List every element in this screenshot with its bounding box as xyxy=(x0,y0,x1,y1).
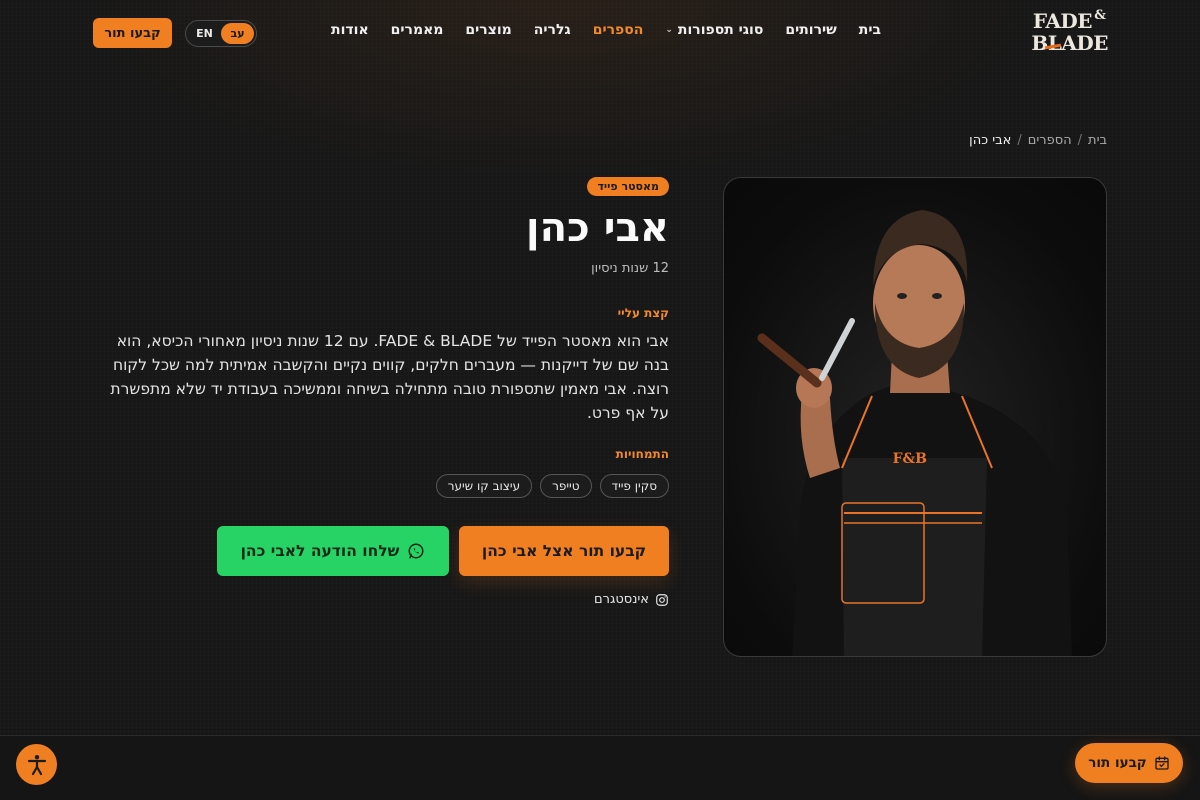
logo-text-blade: BLADE xyxy=(1031,31,1108,55)
book-with-barber-button[interactable]: קבעו תור אצל אבי כהן xyxy=(459,526,669,576)
accessibility-button[interactable] xyxy=(16,744,57,785)
calendar-icon xyxy=(1155,756,1169,770)
bottom-bar xyxy=(0,735,1200,800)
barber-photo: F&B xyxy=(723,177,1107,657)
nav-label: אודות xyxy=(331,22,369,38)
breadcrumb: בית / הספרים / אבי כהן xyxy=(969,133,1107,148)
breadcrumb-current: אבי כהן xyxy=(969,133,1012,148)
brand-logo[interactable]: FADE & BLADE xyxy=(1031,8,1108,59)
breadcrumb-home[interactable]: בית xyxy=(1088,133,1107,148)
instagram-link[interactable]: אינסטגרם xyxy=(594,592,669,607)
nav-item-products[interactable]: מוצרים xyxy=(454,22,522,38)
specialty-tag: סקין פייד xyxy=(599,474,669,498)
chevron-down-icon: ⌄ xyxy=(665,25,673,35)
nav-label: מאמרים xyxy=(390,22,444,38)
nav-item-gallery[interactable]: גלריה xyxy=(523,22,582,38)
floating-book-label: קבעו תור xyxy=(1088,755,1147,771)
specialty-tag: עיצוב קו שיער xyxy=(435,474,533,498)
lang-option-hebrew[interactable]: עב xyxy=(221,23,254,44)
nav-label: בית xyxy=(858,22,881,38)
barber-name: אבי כהן xyxy=(525,205,669,251)
accessibility-icon xyxy=(27,754,46,775)
instagram-label: אינסטגרם xyxy=(594,592,649,607)
breadcrumb-barbers[interactable]: הספרים xyxy=(1028,133,1072,148)
whatsapp-button-label: שלחו הודעה לאבי כהן xyxy=(240,542,400,560)
instagram-icon xyxy=(656,593,668,606)
about-heading: קצת עליי xyxy=(617,306,669,320)
specialty-tags: סקין פייד טייפר עיצוב קו שיער xyxy=(435,474,669,498)
lang-option-english[interactable]: EN xyxy=(188,23,221,44)
barber-portrait-illustration: F&B xyxy=(757,210,1072,656)
nav-label: הספרים xyxy=(592,22,644,38)
floating-book-button[interactable]: קבעו תור xyxy=(1075,743,1183,783)
header-book-button[interactable]: קבעו תור xyxy=(93,18,172,48)
svg-text:F&B: F&B xyxy=(893,451,928,467)
site-header: FADE & BLADE בית שירותים סוגי תספורות ⌄ ה… xyxy=(0,0,1200,66)
nav-item-home[interactable]: בית xyxy=(848,22,892,38)
nav-item-barbers[interactable]: הספרים xyxy=(582,22,655,38)
whatsapp-button[interactable]: שלחו הודעה לאבי כהן xyxy=(217,526,449,576)
nav-label: מוצרים xyxy=(465,22,512,38)
barber-bio: אבי הוא מאסטר הפייד של FADE & BLADE. עם … xyxy=(110,332,669,422)
nav-item-services[interactable]: שירותים xyxy=(774,22,847,38)
specialty-badge: מאסטר פייד xyxy=(587,177,669,196)
breadcrumb-separator: / xyxy=(1077,133,1083,148)
logo-text-fade: FADE xyxy=(1032,9,1093,33)
specialties-heading: התמחויות xyxy=(615,447,669,461)
breadcrumb-separator: / xyxy=(1017,133,1022,148)
main-nav: בית שירותים סוגי תספורות ⌄ הספרים גלריה מ… xyxy=(320,22,892,38)
nav-item-about[interactable]: אודות xyxy=(320,22,380,38)
nav-item-articles[interactable]: מאמרים xyxy=(380,22,455,38)
barber-experience: 12 שנות ניסיון xyxy=(591,261,669,276)
language-toggle[interactable]: עב EN xyxy=(185,20,257,47)
nav-item-haircut-types[interactable]: סוגי תספורות ⌄ xyxy=(654,22,774,38)
logo-ampersand: & xyxy=(1094,8,1106,23)
nav-label: שירותים xyxy=(785,22,837,38)
nav-label: גלריה xyxy=(533,22,571,38)
whatsapp-icon xyxy=(408,543,424,559)
specialty-tag: טייפר xyxy=(540,474,592,498)
nav-label: סוגי תספורות xyxy=(677,22,764,38)
